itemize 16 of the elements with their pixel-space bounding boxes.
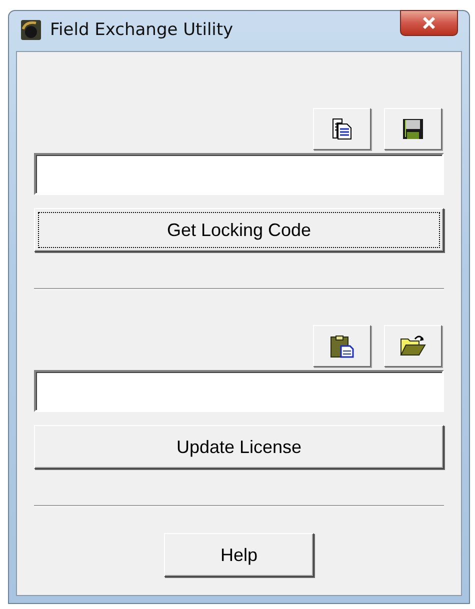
- paste-button[interactable]: [313, 325, 371, 367]
- save-button[interactable]: [384, 108, 442, 150]
- update-license-button[interactable]: Update License: [34, 425, 444, 469]
- clipboard-icon: [329, 333, 355, 359]
- copy-icon: [331, 118, 353, 140]
- text-field[interactable]: [34, 153, 444, 195]
- copy-button[interactable]: [313, 108, 371, 150]
- close-icon: [422, 17, 436, 29]
- open-folder-icon: [399, 334, 427, 358]
- window-title: Field Exchange Utility: [50, 20, 234, 40]
- open-button[interactable]: [384, 325, 442, 367]
- help-button[interactable]: Help: [164, 533, 314, 577]
- get-locking-code-button[interactable]: Get Locking Code: [34, 208, 444, 252]
- text-field[interactable]: [34, 370, 444, 412]
- close-button[interactable]: [400, 10, 458, 36]
- app-icon: [20, 19, 42, 41]
